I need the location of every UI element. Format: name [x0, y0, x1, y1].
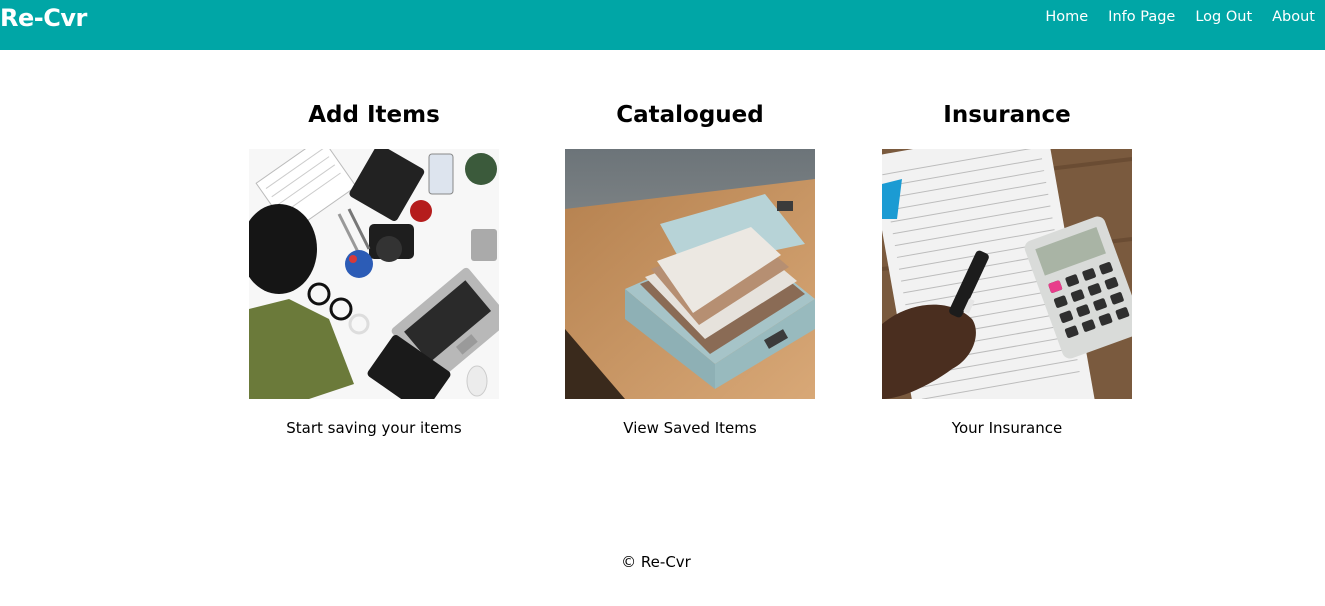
card-catalogued: Catalogued View Saved Items	[565, 100, 815, 437]
file-box-photo	[565, 149, 815, 399]
calculator-paperwork-photo	[882, 149, 1132, 399]
catalogued-image[interactable]	[565, 149, 815, 399]
card-caption[interactable]: Start saving your items	[249, 419, 499, 437]
navbar: Re-Cvr Home Info Page Log Out About	[0, 0, 1325, 50]
card-title: Insurance	[943, 102, 1071, 128]
card-title: Add Items	[308, 102, 440, 128]
footer-copyright: © Re-Cvr	[621, 553, 691, 571]
nav-link-info-page[interactable]: Info Page	[1108, 9, 1175, 25]
add-items-image[interactable]	[249, 149, 499, 399]
card-title: Catalogued	[616, 102, 764, 128]
card-caption[interactable]: Your Insurance	[882, 419, 1132, 437]
nav-link-about[interactable]: About	[1272, 9, 1315, 25]
card-add-items: Add Items Start saving your items	[249, 100, 499, 437]
insurance-image[interactable]	[882, 149, 1132, 399]
brand-logo[interactable]: Re-Cvr	[0, 4, 87, 32]
nav-links: Home Info Page Log Out About	[1045, 9, 1315, 25]
flat-lay-items-photo	[249, 149, 499, 399]
nav-link-home[interactable]: Home	[1045, 9, 1088, 25]
card-caption[interactable]: View Saved Items	[565, 419, 815, 437]
footer: © Re-Cvr	[0, 553, 1312, 571]
nav-link-log-out[interactable]: Log Out	[1195, 9, 1252, 25]
card-insurance: Insurance Your Insurance	[882, 100, 1132, 437]
